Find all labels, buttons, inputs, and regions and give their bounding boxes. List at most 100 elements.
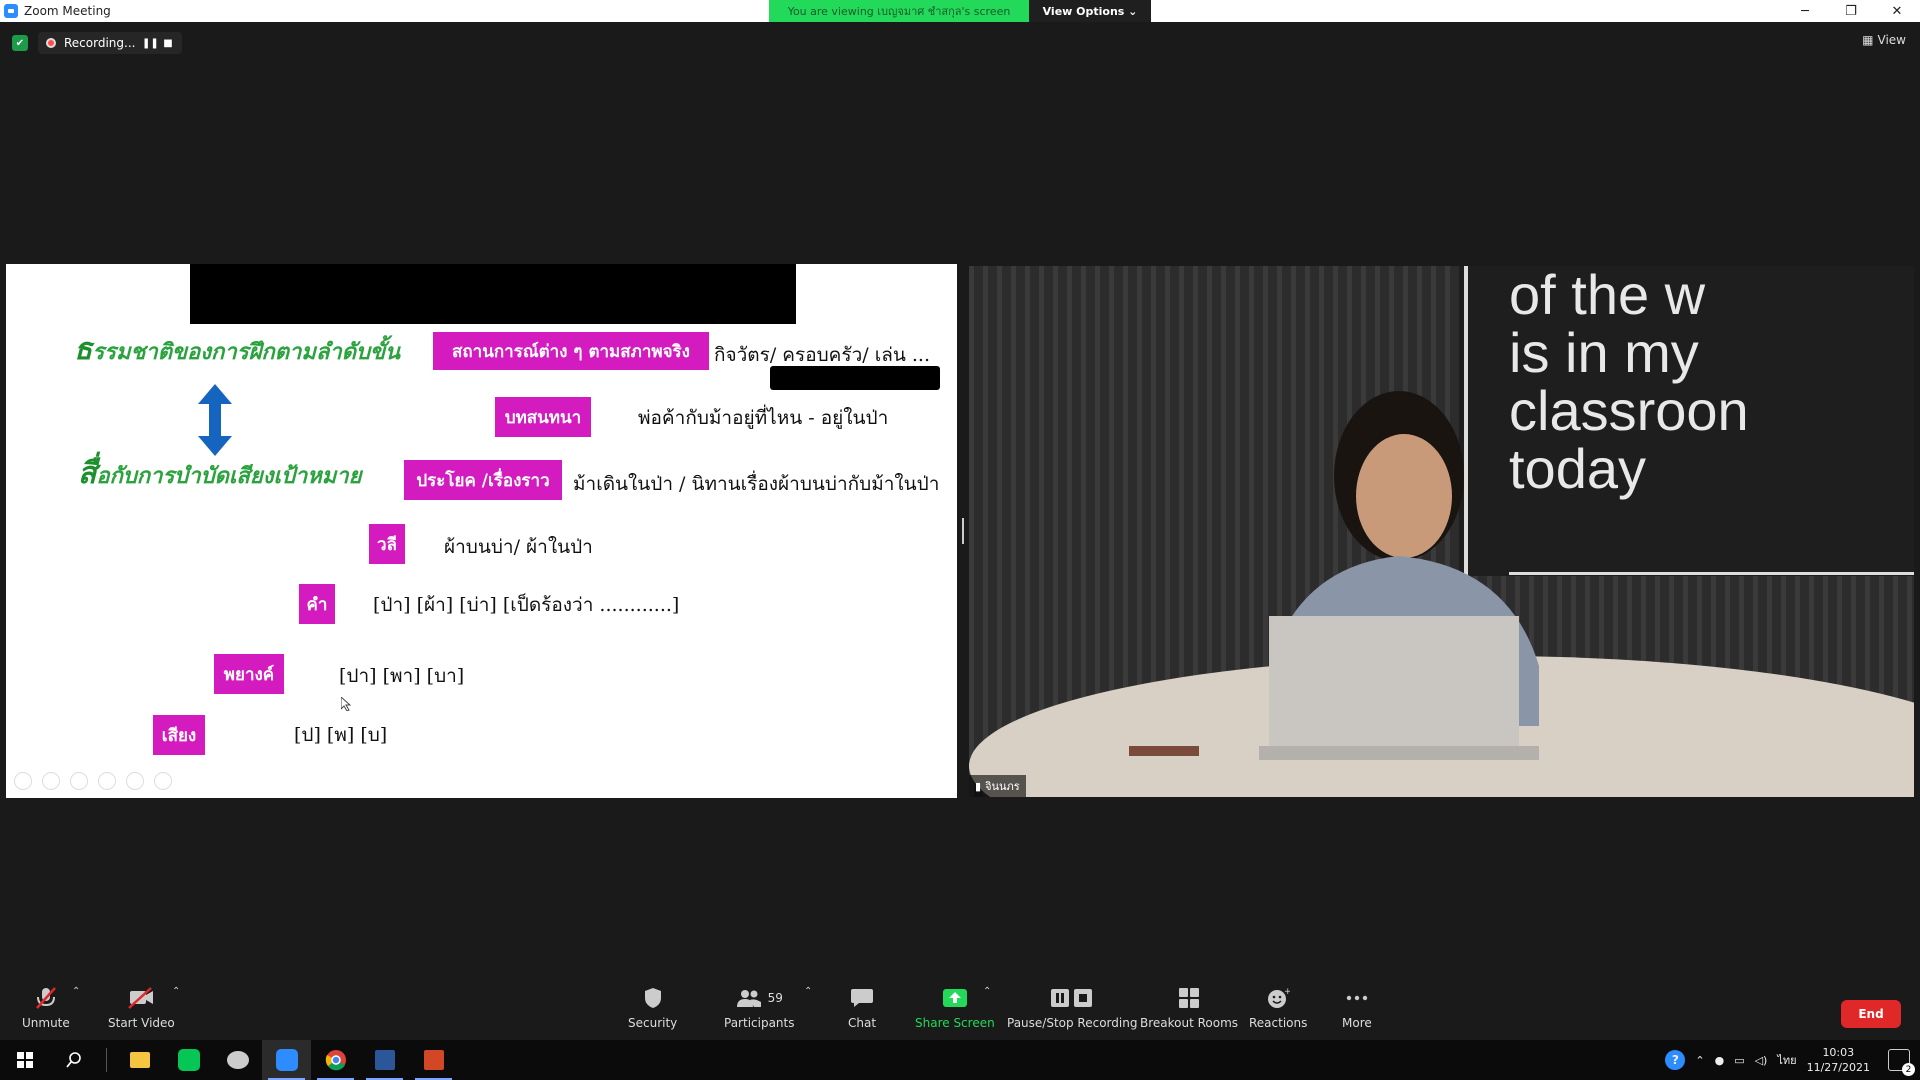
view-button[interactable]: ▦ View [1862, 33, 1906, 47]
more-dots-icon [1346, 986, 1368, 1010]
participant-name-tag: ▮ จินนภร [969, 775, 1026, 797]
slide-title-1: ธรรมชาติของการฝึกตามลำดับขั้น [74, 332, 401, 367]
security-button[interactable]: Security [628, 986, 677, 1030]
recording-label: Recording... [64, 36, 136, 50]
microphone-tray-icon[interactable]: ● [1715, 1054, 1725, 1067]
wall-text-line: classroon [1509, 379, 1749, 442]
unmute-label: Unmute [22, 1016, 70, 1030]
signal-bars-icon: ▮ [975, 779, 982, 793]
system-tray: ? ⌃ ● ▭ ◁) ไทย 10:03 11/27/2021 2 [1665, 1040, 1920, 1080]
chat-label: Chat [848, 1016, 877, 1030]
wall-text-line: is in my [1509, 321, 1699, 384]
participant-name: จินนภร [985, 780, 1020, 793]
wall-text-line: of the w [1509, 266, 1706, 326]
slide-nav-controls [14, 772, 172, 790]
minimize-button[interactable]: ─ [1782, 0, 1828, 22]
view-button-label: View [1877, 33, 1906, 47]
powerpoint-icon[interactable] [409, 1040, 458, 1080]
restore-button[interactable]: ❐ [1828, 0, 1874, 22]
view-options-button[interactable]: View Options ⌄ [1029, 0, 1151, 22]
file-explorer-icon[interactable] [115, 1040, 164, 1080]
pause-recording-icon[interactable]: ❚❚ [142, 38, 159, 49]
close-button[interactable]: ✕ [1874, 0, 1920, 22]
slide-tag-sentence: ประโยค /เรื่องราว [404, 460, 562, 500]
start-video-button[interactable]: Start Video [108, 986, 175, 1030]
slide-tag-sound: เสียง [153, 715, 205, 755]
slide-tag-situations: สถานการณ์ต่าง ๆ ตามสภาพจริง [433, 332, 709, 370]
more-button[interactable]: More [1342, 986, 1372, 1030]
share-screen-label: Share Screen [915, 1016, 995, 1030]
chrome-icon[interactable] [311, 1040, 360, 1080]
window-title: Zoom Meeting [24, 4, 111, 18]
network-icon[interactable]: ▭ [1734, 1054, 1744, 1067]
share-screen-icon [942, 986, 968, 1010]
end-meeting-button[interactable]: End [1841, 1000, 1901, 1028]
pause-stop-recording-button[interactable]: Pause/Stop Recording [1007, 986, 1137, 1030]
slide-line-sentence: ม้าเดินในป่า / นิทานเรื่องผ้าบนบ่ากับม้า… [573, 473, 940, 495]
stop-recording-icon[interactable]: ■ [162, 38, 174, 49]
windows-start-icon[interactable] [0, 1040, 49, 1080]
zoom-icon[interactable] [126, 772, 144, 790]
video-off-icon [127, 986, 155, 1010]
video-scene [969, 266, 1914, 797]
notifications-count: 2 [1902, 1063, 1915, 1076]
next-slide-icon[interactable] [42, 772, 60, 790]
line-app-icon[interactable] [164, 1040, 213, 1080]
encryption-shield-icon[interactable]: ✔ [12, 35, 28, 51]
notifications-icon[interactable]: 2 [1888, 1049, 1915, 1076]
slide-line-routines: กิจวัตร/ ครอบครัว/ เล่น ... [714, 344, 930, 366]
svg-text:+: + [1284, 987, 1290, 997]
participants-label: Participants [724, 1016, 795, 1030]
split-resize-handle[interactable] [962, 518, 964, 544]
volume-icon[interactable]: ◁) [1755, 1054, 1768, 1067]
pause-stop-recording-label: Pause/Stop Recording [1007, 1016, 1138, 1030]
pen-icon[interactable] [70, 772, 88, 790]
slide-tag-word: คำ [299, 584, 335, 624]
video-wall-text: of the w is in my classroon today [1509, 266, 1749, 498]
clock[interactable]: 10:03 11/27/2021 [1807, 1045, 1870, 1075]
breakout-rooms-button[interactable]: Breakout Rooms [1140, 986, 1238, 1030]
chat-bubble-icon [850, 986, 874, 1010]
slide-tag-dialogue: บทสนทนา [495, 397, 591, 437]
unmute-button[interactable]: Unmute [22, 986, 70, 1030]
meeting-toolbar: Unmute ⌃ Start Video ⌃ Security 59 Parti… [0, 978, 1920, 1038]
video-options-chevron-icon[interactable]: ⌃ [172, 986, 180, 997]
participants-chevron-icon[interactable]: ⌃ [804, 986, 812, 997]
zoom-taskbar-icon[interactable] [262, 1040, 311, 1080]
participants-button[interactable]: 59 Participants [724, 986, 795, 1030]
wall-text-line: today [1509, 437, 1646, 500]
show-hidden-icons-icon[interactable]: ⌃ [1695, 1054, 1704, 1067]
slide-title-2: สื่อกับการบำบัดเสียงเป้าหมาย [78, 456, 362, 491]
search-icon[interactable] [49, 1040, 98, 1080]
recording-indicator: Recording... ❚❚ ■ [38, 32, 182, 54]
reactions-label: Reactions [1249, 1016, 1308, 1030]
reactions-button[interactable]: + Reactions [1249, 986, 1307, 1030]
prev-slide-icon[interactable] [14, 772, 32, 790]
input-language[interactable]: ไทย [1777, 1051, 1796, 1069]
reactions-smiley-icon: + [1266, 986, 1290, 1010]
shared-screen[interactable]: ธรรมชาติของการฝึกตามลำดับขั้น สื่อกับการ… [6, 264, 957, 798]
clock-date: 11/27/2021 [1806, 1061, 1870, 1074]
slide-line-dialogue: พ่อค้ากับม้าอยู่ที่ไหน - อยู่ในป่า [638, 407, 889, 429]
view-grid-icon: ▦ [1862, 33, 1874, 47]
start-video-label: Start Video [108, 1016, 175, 1030]
paint-app-icon[interactable] [213, 1040, 262, 1080]
chat-button[interactable]: Chat [848, 986, 876, 1030]
speaker-video[interactable]: of the w is in my classroon today ▮ จินน… [969, 266, 1914, 797]
cursor-icon [341, 697, 351, 711]
meeting-topbar: ✔ Recording... ❚❚ ■ [12, 32, 182, 54]
slide-tag-phrase: วลี [369, 524, 405, 564]
word-icon[interactable] [360, 1040, 409, 1080]
more-options-icon[interactable] [154, 772, 172, 790]
double-arrow-icon [198, 384, 232, 456]
share-options-chevron-icon[interactable]: ⌃ [983, 986, 991, 997]
slide-line-phrase: ผ้าบนบ่า/ ผ้าในป่า [444, 536, 593, 558]
help-icon[interactable]: ? [1665, 1050, 1686, 1070]
slides-icon[interactable] [98, 772, 116, 790]
recording-dot-icon [46, 38, 56, 48]
slide-tag-syllable: พยางค์ [214, 654, 284, 694]
security-label: Security [628, 1016, 678, 1030]
slide-line-syllable: [ปา] [พา] [บา] [339, 665, 465, 687]
security-shield-icon [643, 986, 663, 1010]
audio-options-chevron-icon[interactable]: ⌃ [72, 986, 80, 997]
